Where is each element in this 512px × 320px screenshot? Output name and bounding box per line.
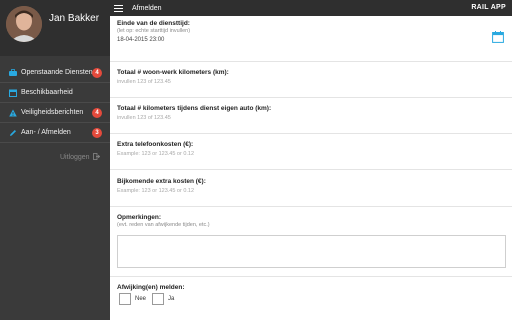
end-time-label: Einde van de diensttijd: [117, 20, 190, 27]
sidebar-item-aan-afmelden[interactable]: Aan- / Afmelden 3 [0, 123, 110, 143]
deviations-field: Afwijking(en) melden: [117, 284, 506, 291]
sidebar-item-label: Veiligheidsberichten [21, 109, 84, 116]
calendar-icon [8, 88, 17, 97]
end-time-value[interactable]: 18-04-2015 23:00 [117, 37, 506, 43]
sidebar-item-label: Openstaande Diensten [21, 69, 93, 76]
end-time-field[interactable]: Einde van de diensttijd: (let op: echte … [117, 20, 506, 43]
notification-badge: 4 [92, 68, 102, 78]
own-car-km-input[interactable]: invullen 123 of 123.45 [117, 115, 506, 121]
date-picker-button[interactable] [492, 30, 504, 43]
divider [110, 97, 512, 98]
divider [110, 206, 512, 207]
divider [110, 133, 512, 134]
phone-costs-field[interactable]: Extra telefoonkosten (€): Example: 123 o… [117, 141, 506, 157]
yes-label: Ja [168, 296, 175, 302]
sidebar-item-label: Beschikbaarheid [21, 89, 73, 96]
notification-badge: 4 [92, 108, 102, 118]
own-car-km-label: Totaal # kilometers tijdens dienst eigen… [117, 105, 272, 112]
divider [110, 61, 512, 62]
notification-badge: 3 [92, 128, 102, 138]
deviations-options: Nee Ja [119, 293, 180, 305]
page-title: Afmelden [132, 4, 162, 12]
extra-costs-field[interactable]: Bijkomende extra kosten (€): Example: 12… [117, 178, 506, 194]
brand-logo: RAIL APP [471, 4, 506, 11]
sidebar-item-beschikbaarheid[interactable]: Beschikbaarheid [0, 83, 110, 103]
divider [110, 169, 512, 170]
sidebar: Jan Bakker Openstaande Diensten 4 Beschi… [0, 0, 110, 320]
deviations-label: Afwijking(en) melden: [117, 284, 185, 291]
profile-header: Jan Bakker [0, 0, 110, 56]
phone-costs-input[interactable]: Example: 123 or 123.45 or 0.12 [117, 151, 506, 157]
commute-km-field[interactable]: Totaal # woon-werk kilometers (km): invu… [117, 69, 506, 85]
sidebar-item-label: Aan- / Afmelden [21, 129, 71, 136]
avatar[interactable] [6, 6, 42, 42]
remarks-field: Opmerkingen: (evt. reden van afwijkende … [117, 214, 506, 228]
logout-button[interactable]: Uitloggen [60, 153, 100, 162]
no-checkbox[interactable] [119, 293, 131, 305]
phone-costs-label: Extra telefoonkosten (€): [117, 141, 194, 148]
briefcase-icon [8, 68, 17, 77]
sidebar-nav: Openstaande Diensten 4 Beschikbaarheid V… [0, 63, 110, 143]
extra-costs-input[interactable]: Example: 123 or 123.45 or 0.12 [117, 188, 506, 194]
logout-icon [92, 153, 100, 162]
commute-km-input[interactable]: invullen 123 of 123.45 [117, 79, 506, 85]
divider [110, 276, 512, 277]
afmelden-form: Einde van de diensttijd: (let op: echte … [110, 16, 512, 320]
end-time-hint: (let op: echte starttijd invullen) [117, 28, 191, 34]
top-bar: Afmelden RAIL APP [110, 0, 512, 16]
user-name: Jan Bakker [49, 13, 100, 24]
sidebar-item-openstaande-diensten[interactable]: Openstaande Diensten 4 [0, 63, 110, 83]
sidebar-item-veiligheidsberichten[interactable]: Veiligheidsberichten 4 [0, 103, 110, 123]
logout-label: Uitloggen [60, 154, 90, 161]
no-label: Nee [135, 296, 147, 302]
remarks-textarea[interactable] [117, 235, 506, 268]
extra-costs-label: Bijkomende extra kosten (€): [117, 178, 206, 185]
yes-checkbox[interactable] [152, 293, 165, 305]
warning-icon [8, 108, 17, 117]
pencil-icon [8, 128, 17, 137]
calendar-icon [492, 30, 504, 47]
remarks-hint: (evt. reden van afwijkende tijden, etc.) [117, 222, 210, 228]
hamburger-menu-icon[interactable] [114, 4, 123, 12]
own-car-km-field[interactable]: Totaal # kilometers tijdens dienst eigen… [117, 105, 506, 121]
remarks-label: Opmerkingen: [117, 214, 162, 221]
commute-km-label: Totaal # woon-werk kilometers (km): [117, 69, 229, 76]
